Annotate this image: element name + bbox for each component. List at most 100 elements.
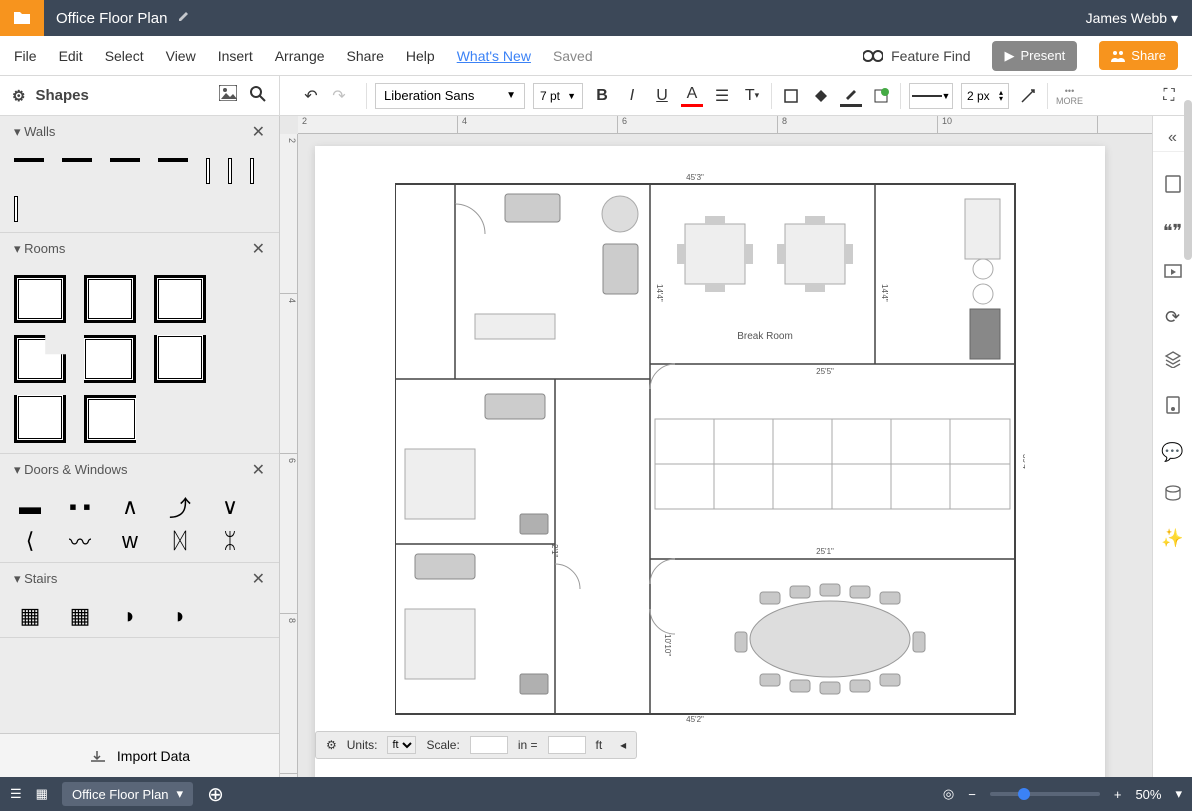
stair-shape[interactable]: ◗	[164, 605, 196, 627]
wall-shape[interactable]	[14, 158, 44, 162]
stair-shape[interactable]: ▦	[14, 605, 46, 627]
import-data-button[interactable]: Import Data	[0, 733, 279, 777]
menu-edit[interactable]: Edit	[59, 48, 83, 64]
text-options-icon[interactable]: T▾	[741, 85, 763, 107]
scale-input-1[interactable]	[470, 736, 508, 754]
room-shape[interactable]	[154, 335, 206, 383]
wall-shape[interactable]	[250, 158, 254, 184]
line-style-select[interactable]: ▼	[909, 83, 953, 109]
history-icon[interactable]: ⟳	[1165, 307, 1180, 328]
close-icon[interactable]: ✕	[252, 460, 265, 480]
rooms-category-header[interactable]: ▾ Rooms✕	[0, 233, 279, 265]
room-shape[interactable]	[14, 275, 66, 323]
zoom-level[interactable]: 50%	[1135, 787, 1161, 802]
folder-button[interactable]	[0, 0, 44, 36]
menu-view[interactable]: View	[166, 48, 196, 64]
close-icon[interactable]: ✕	[252, 239, 265, 259]
door-shape[interactable]: ∨	[214, 496, 246, 518]
menu-insert[interactable]: Insert	[218, 48, 253, 64]
units-select[interactable]: ft	[387, 736, 416, 754]
close-icon[interactable]: ✕	[252, 569, 265, 589]
door-shape[interactable]: ᛯ	[214, 530, 246, 552]
wall-shape[interactable]	[228, 158, 232, 184]
wall-shape[interactable]	[14, 196, 18, 222]
underline-icon[interactable]: U	[651, 85, 673, 107]
line-width-select[interactable]: 2 px▴▾	[961, 83, 1009, 109]
room-shape[interactable]	[154, 275, 206, 323]
gear-icon[interactable]: ⚙	[326, 738, 337, 752]
room-shape[interactable]	[14, 335, 66, 383]
layers-icon[interactable]	[1164, 350, 1182, 373]
collapse-icon[interactable]: ◂	[620, 738, 626, 752]
master-pages-icon[interactable]	[1165, 395, 1181, 420]
zoom-in-icon[interactable]: +	[1114, 787, 1122, 802]
italic-icon[interactable]: I	[621, 85, 643, 107]
presentation-icon[interactable]	[1164, 264, 1182, 285]
door-shape[interactable]: ᛞ	[164, 530, 196, 552]
doors-category-header[interactable]: ▾ Doors & Windows✕	[0, 454, 279, 486]
gear-icon[interactable]: ⚙	[12, 87, 25, 105]
door-shape[interactable]: 〰	[64, 530, 96, 552]
menu-select[interactable]: Select	[105, 48, 144, 64]
door-shape[interactable]: ▬	[14, 496, 46, 518]
menu-share[interactable]: Share	[347, 48, 384, 64]
image-icon[interactable]	[219, 85, 237, 107]
present-button[interactable]: ▶ Present	[992, 41, 1077, 71]
menu-help[interactable]: Help	[406, 48, 435, 64]
wall-shape[interactable]	[62, 158, 92, 162]
page-settings-icon[interactable]	[1164, 174, 1182, 199]
zoom-out-icon[interactable]: −	[968, 787, 976, 802]
bold-icon[interactable]: B	[591, 85, 613, 107]
add-page-icon[interactable]: ⊕	[207, 782, 224, 807]
door-shape[interactable]: ▪ ▪	[64, 496, 96, 518]
wall-shape[interactable]	[158, 158, 188, 162]
canvas[interactable]: 246810 2468 45'3" 45'2"	[280, 116, 1152, 777]
line-options-icon[interactable]	[1017, 85, 1039, 107]
more-button[interactable]: •••MORE	[1056, 86, 1083, 106]
page-selector[interactable]: Office Floor Plan ▾	[62, 782, 193, 806]
room-shape[interactable]	[84, 275, 136, 323]
redo-icon[interactable]: ↷	[328, 85, 350, 107]
chat-icon[interactable]: 💬	[1161, 442, 1183, 463]
undo-icon[interactable]: ↶	[300, 85, 322, 107]
fullscreen-icon[interactable]: ⛶	[1158, 85, 1180, 107]
user-menu[interactable]: James Webb ▾	[1072, 10, 1192, 27]
door-shape[interactable]: w	[114, 530, 146, 552]
room-shape[interactable]	[84, 335, 136, 383]
feature-find[interactable]: Feature Find	[863, 48, 970, 64]
floorplan-diagram[interactable]: 45'3" 45'2"	[395, 174, 1025, 724]
wall-shape[interactable]	[110, 158, 140, 162]
page[interactable]: 45'3" 45'2"	[315, 146, 1105, 777]
fill-icon[interactable]	[810, 85, 832, 107]
menu-arrange[interactable]: Arrange	[275, 48, 325, 64]
shape-options-icon[interactable]	[870, 85, 892, 107]
room-shape[interactable]	[84, 395, 136, 443]
wall-shape[interactable]	[206, 158, 210, 184]
magic-icon[interactable]: ✨	[1161, 528, 1183, 549]
comments-icon[interactable]: ❝❞	[1163, 221, 1182, 242]
door-shape[interactable]: ∧	[114, 496, 146, 518]
grid-view-icon[interactable]: ▦	[36, 786, 48, 802]
size-select[interactable]: 7 pt▼	[533, 83, 583, 109]
edit-title-icon[interactable]	[177, 9, 191, 27]
data-icon[interactable]	[1164, 485, 1182, 506]
shape-outline-icon[interactable]	[780, 85, 802, 107]
list-view-icon[interactable]: ☰	[10, 786, 22, 802]
font-select[interactable]: Liberation Sans▼	[375, 83, 525, 109]
door-shape[interactable]: ⤴	[164, 496, 196, 518]
search-icon[interactable]	[249, 85, 267, 107]
stair-shape[interactable]: ◗	[114, 605, 146, 627]
walls-category-header[interactable]: ▾ Walls✕	[0, 116, 279, 148]
menu-file[interactable]: File	[14, 48, 37, 64]
target-icon[interactable]: ◎	[943, 786, 954, 802]
border-color-icon[interactable]	[840, 85, 862, 107]
scale-input-2[interactable]	[548, 736, 586, 754]
room-shape[interactable]	[14, 395, 66, 443]
door-shape[interactable]: ⟨	[14, 530, 46, 552]
text-color-icon[interactable]: A	[681, 85, 703, 107]
zoom-slider[interactable]	[990, 792, 1100, 796]
menu-whatsnew[interactable]: What's New	[457, 48, 531, 64]
close-icon[interactable]: ✕	[252, 122, 265, 142]
align-icon[interactable]: ☰	[711, 85, 733, 107]
share-button[interactable]: Share	[1099, 41, 1178, 70]
